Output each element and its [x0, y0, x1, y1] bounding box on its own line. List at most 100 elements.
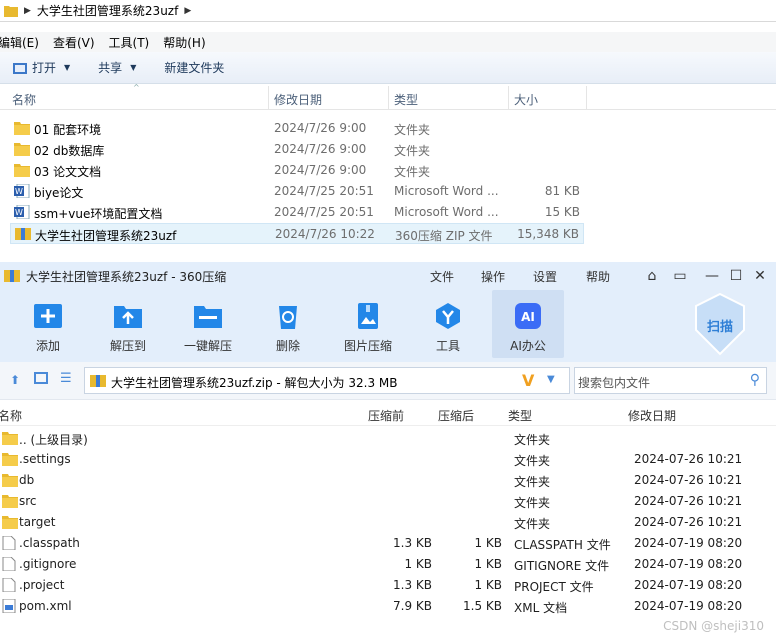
column-before[interactable]: 压缩前	[368, 407, 404, 424]
extract-to-button[interactable]: 解压到	[92, 290, 164, 358]
search-box[interactable]: 搜索包内文件 ⚲	[574, 367, 767, 394]
column-after[interactable]: 压缩后	[438, 407, 474, 424]
feedback-icon[interactable]: ▭	[672, 268, 688, 284]
archive-row[interactable]: pom.xml 7.9 KB 1.5 KB XML 文档 2024-07-19 08:2…	[0, 596, 776, 617]
svg-text:W: W	[15, 208, 23, 217]
file-date: 2024/7/26 9:00	[274, 121, 367, 135]
file-row[interactable]: 01 配套环境 2024/7/26 9:00 文件夹	[10, 118, 584, 139]
file-name: biye论文	[34, 186, 84, 200]
view-icon[interactable]	[34, 372, 48, 384]
folder-icon	[2, 431, 18, 445]
menu-tools[interactable]: 工具(T)	[109, 34, 150, 51]
ribbon-toolbar: 添加 解压到 一键解压 删除 图片压缩 工具 AI AI办公 扫描	[0, 290, 776, 362]
menu-help[interactable]: 帮助	[586, 268, 610, 285]
column-type[interactable]: 类型	[394, 91, 418, 108]
add-button[interactable]: 添加	[12, 290, 84, 358]
search-input[interactable]: 搜索包内文件	[578, 374, 650, 391]
menu-edit[interactable]: 编辑(E)	[0, 34, 39, 51]
ai-office-label: AI办公	[510, 339, 546, 353]
chevron-right-icon[interactable]: ▶	[184, 6, 191, 16]
minimize-icon[interactable]: —	[704, 268, 720, 284]
menu-bar: 编辑(E) 查看(V) 工具(T) 帮助(H)	[0, 32, 776, 52]
chevron-down-icon[interactable]: ▼	[547, 374, 555, 385]
column-date[interactable]: 修改日期	[274, 91, 322, 108]
menu-help[interactable]: 帮助(H)	[163, 34, 205, 51]
archive-row[interactable]: .gitignore 1 KB 1 KB GITIGNORE 文件 2024-07-19…	[0, 554, 776, 575]
column-size[interactable]: 大小	[514, 91, 538, 108]
folder-icon	[14, 142, 30, 156]
file-name: 大学生社团管理系统23uzf	[35, 229, 177, 243]
recycle-bin-icon	[279, 306, 297, 329]
column-name[interactable]: 名称	[0, 407, 22, 424]
open-button[interactable]: 打开 ▼	[4, 56, 78, 80]
archive-row[interactable]: target 文件夹 2024-07-26 10:21	[0, 512, 776, 533]
archive-row[interactable]: .classpath 1.3 KB 1 KB CLASSPATH 文件 2024-07-…	[0, 533, 776, 554]
address-path[interactable]: 大学生社团管理系统23uzf	[37, 2, 178, 19]
entry-name: .settings	[19, 452, 71, 466]
menu-settings[interactable]: 设置	[533, 268, 557, 285]
archive-app-icon	[4, 270, 20, 282]
file-name: 03 论文文档	[34, 165, 102, 179]
search-icon[interactable]: ⚲	[750, 372, 760, 388]
file-row[interactable]: Wbiye论文 2024/7/25 20:51 Microsoft Word ...…	[10, 181, 584, 202]
maximize-icon[interactable]: ☐	[728, 268, 744, 284]
entry-size-after: 1 KB	[474, 557, 502, 571]
archive-row[interactable]: .settings 文件夹 2024-07-26 10:21	[0, 449, 776, 470]
archive-path-field[interactable]: 大学生社团管理系统23uzf.zip - 解包大小为 32.3 MB V ▼	[84, 367, 570, 394]
chevron-right-icon[interactable]: ▶	[24, 6, 31, 16]
entry-modified: 2024-07-26 10:21	[634, 494, 743, 508]
extract-to-icon	[114, 306, 142, 328]
delete-button[interactable]: 删除	[252, 290, 324, 358]
new-folder-button[interactable]: 新建文件夹	[156, 56, 232, 80]
entry-type: 文件夹	[514, 475, 551, 489]
column-modified[interactable]: 修改日期	[628, 407, 676, 424]
up-arrow-icon[interactable]: ⬆	[10, 373, 20, 387]
tools-button[interactable]: 工具	[412, 290, 484, 358]
file-row[interactable]: Wssm+vue环境配置文档 2024/7/25 20:51 Microsoft W…	[10, 202, 584, 223]
folder-icon	[4, 5, 18, 17]
file-type: 文件夹	[394, 165, 431, 179]
folder-icon	[2, 452, 18, 466]
entry-type: XML 文档	[514, 601, 568, 615]
entry-type: 文件夹	[514, 454, 551, 468]
menu-view[interactable]: 查看(V)	[53, 34, 95, 51]
archive-row[interactable]: .project 1.3 KB 1 KB PROJECT 文件 2024-07-19 0…	[0, 575, 776, 596]
one-click-extract-button[interactable]: 一键解压	[172, 290, 244, 358]
address-bar[interactable]: ▶ 大学生社团管理系统23uzf ▶	[0, 0, 776, 22]
entry-type: 文件夹	[514, 517, 551, 531]
entry-size-after: 1.5 KB	[463, 599, 502, 613]
entry-modified: 2024-07-19 08:20	[634, 578, 743, 592]
delete-label: 删除	[275, 339, 300, 353]
menu-operate[interactable]: 操作	[481, 268, 505, 285]
list-view-icon[interactable]: ☰	[60, 371, 72, 386]
file-icon	[2, 577, 16, 593]
open-label: 打开	[32, 61, 57, 75]
word-icon: W	[14, 183, 30, 199]
scan-button[interactable]: 扫描	[692, 292, 748, 356]
file-row[interactable]: 03 论文文档 2024/7/26 9:00 文件夹	[10, 160, 584, 181]
archive-row[interactable]: src 文件夹 2024-07-26 10:21	[0, 491, 776, 512]
new-folder-label: 新建文件夹	[164, 61, 225, 75]
scan-label: 扫描	[706, 320, 733, 335]
add-icon	[34, 304, 62, 328]
file-name: ssm+vue环境配置文档	[34, 207, 163, 221]
file-type: 文件夹	[394, 123, 431, 137]
file-type: 文件夹	[394, 144, 431, 158]
svg-text:W: W	[15, 187, 23, 196]
ai-office-button[interactable]: AI AI办公	[492, 290, 564, 358]
file-row[interactable]: 02 db数据库 2024/7/26 9:00 文件夹	[10, 139, 584, 160]
image-compress-button[interactable]: 图片压缩	[332, 290, 404, 358]
menu-file[interactable]: 文件	[430, 268, 454, 285]
entry-type: 文件夹	[514, 496, 551, 510]
column-name[interactable]: 名称	[12, 91, 36, 108]
dropdown-arrow-icon: ▼	[64, 63, 71, 72]
entry-size-before: 1 KB	[404, 557, 432, 571]
entry-modified: 2024-07-26 10:21	[634, 452, 743, 466]
close-icon[interactable]: ✕	[752, 268, 768, 284]
file-row[interactable]: 大学生社团管理系统23uzf 2024/7/26 10:22 360压缩 ZIP 文…	[10, 223, 584, 244]
share-button[interactable]: 共享 ▼	[90, 56, 144, 80]
archive-row[interactable]: db 文件夹 2024-07-26 10:21	[0, 470, 776, 491]
column-type[interactable]: 类型	[508, 407, 532, 424]
archive-row[interactable]: .. (上级目录) 文件夹	[0, 428, 776, 449]
skin-icon[interactable]: ⌂	[644, 268, 660, 284]
